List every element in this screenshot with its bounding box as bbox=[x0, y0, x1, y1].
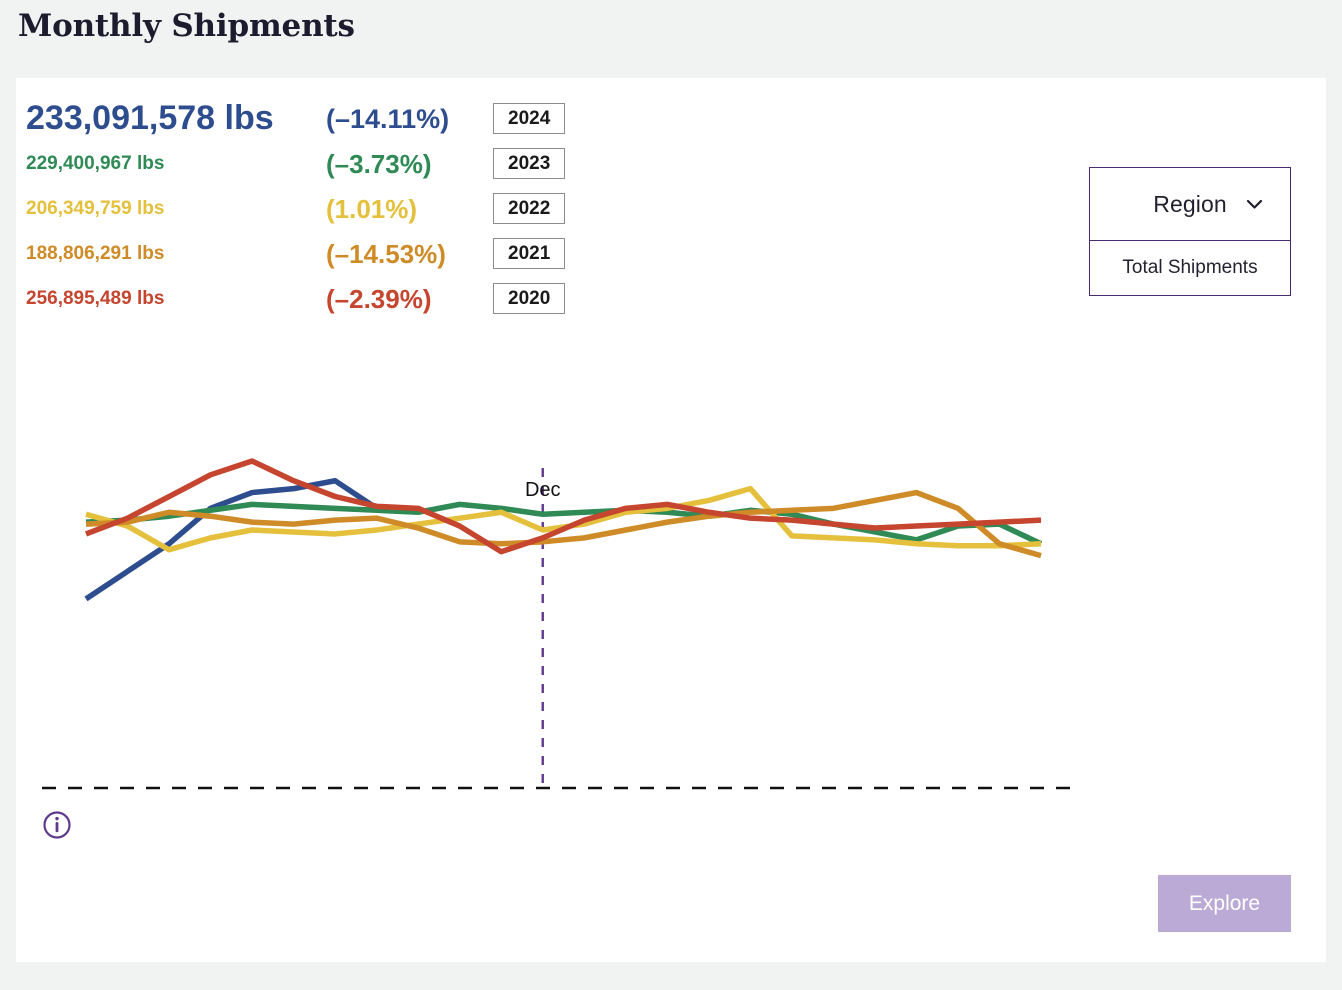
kpi-year-chip[interactable]: 2023 bbox=[493, 148, 566, 179]
kpi-delta: (–14.53%) bbox=[326, 238, 446, 269]
kpi-year-chip[interactable]: 2021 bbox=[493, 238, 566, 269]
measure-label: Total Shipments bbox=[1122, 257, 1258, 278]
measure-selector[interactable]: Total Shipments bbox=[1090, 241, 1290, 295]
page-title: Monthly Shipments bbox=[18, 8, 355, 44]
kpi-year-chip[interactable]: 2022 bbox=[493, 193, 566, 224]
shipments-line-chart[interactable]: Dec bbox=[26, 350, 1096, 820]
kpi-summary-list: 233,091,578 lbs (–14.11%) 2024 229,400,9… bbox=[26, 96, 566, 321]
kpi-row: 229,400,967 lbs (–3.73%) 2023 bbox=[26, 141, 566, 186]
kpi-delta: (–2.39%) bbox=[326, 283, 432, 314]
info-circle-icon[interactable] bbox=[42, 810, 72, 840]
kpi-row: 256,895,489 lbs (–2.39%) 2020 bbox=[26, 276, 566, 321]
kpi-row: 206,349,759 lbs (1.01%) 2022 bbox=[26, 186, 566, 231]
kpi-delta: (–3.73%) bbox=[326, 148, 432, 179]
kpi-row: 188,806,291 lbs (–14.53%) 2021 bbox=[26, 231, 566, 276]
kpi-value: 256,895,489 lbs bbox=[26, 287, 165, 309]
kpi-delta: (1.01%) bbox=[326, 193, 418, 224]
selector-panel: Region Total Shipments bbox=[1089, 167, 1291, 296]
explore-button[interactable]: Explore bbox=[1158, 875, 1291, 932]
chevron-down-icon bbox=[1247, 200, 1262, 209]
kpi-value: 233,091,578 lbs bbox=[26, 99, 274, 137]
kpi-value: 188,806,291 lbs bbox=[26, 242, 165, 264]
dimension-label: Region bbox=[1153, 190, 1227, 217]
kpi-year-chip[interactable]: 2024 bbox=[493, 103, 566, 134]
kpi-year-chip[interactable]: 2020 bbox=[493, 283, 566, 314]
kpi-value: 206,349,759 lbs bbox=[26, 197, 165, 219]
kpi-value: 229,400,967 lbs bbox=[26, 152, 165, 174]
kpi-delta: (–14.11%) bbox=[326, 103, 450, 134]
dec-marker-label: Dec bbox=[525, 479, 561, 501]
kpi-row: 233,091,578 lbs (–14.11%) 2024 bbox=[26, 96, 566, 141]
dimension-dropdown[interactable]: Region bbox=[1090, 168, 1290, 241]
